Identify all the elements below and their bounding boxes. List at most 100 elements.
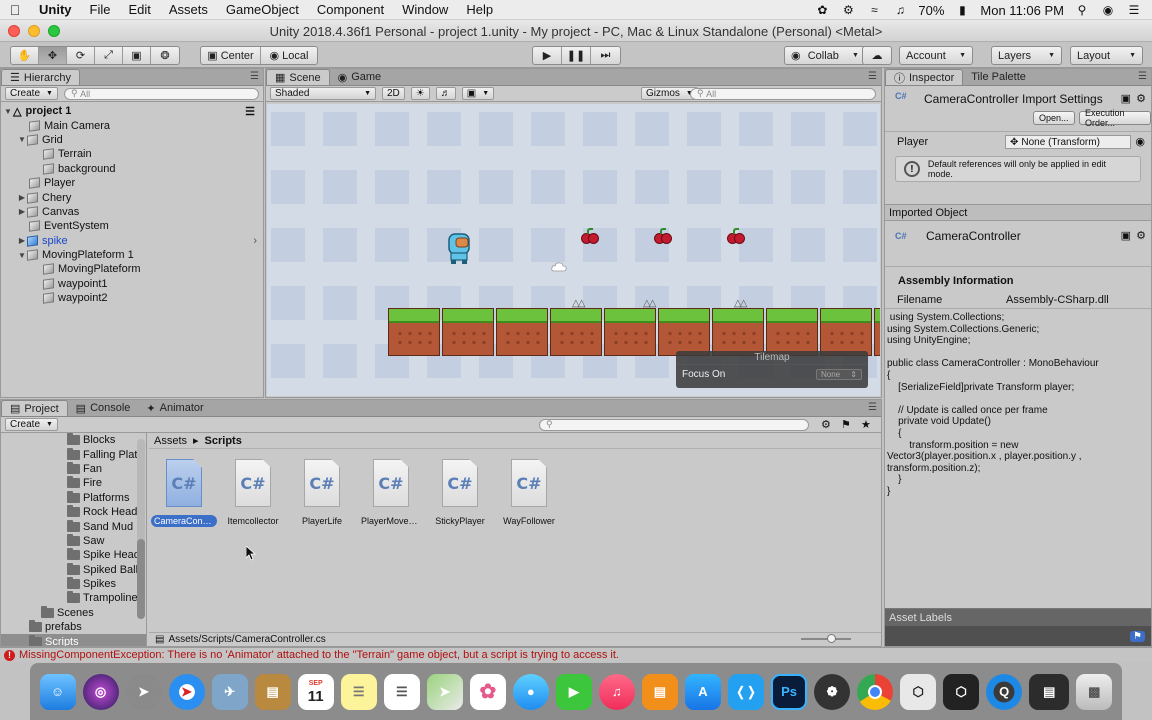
messages-icon[interactable]: ● xyxy=(512,673,549,710)
cherry-sprite[interactable] xyxy=(653,228,672,244)
tree-scrollbar-thumb[interactable] xyxy=(137,539,145,619)
vscode-icon[interactable]: ❬❭ xyxy=(728,673,765,710)
hierarchy-search-input[interactable]: ⚲ All xyxy=(63,87,259,100)
folder-item[interactable]: Fire xyxy=(1,476,146,490)
hierarchy-item[interactable]: EventSystem xyxy=(1,219,263,233)
asset-item[interactable]: C# WayFollower xyxy=(502,459,556,527)
davinci-resolve-icon[interactable]: ❁ xyxy=(814,673,851,710)
shading-mode-dropdown[interactable]: Shaded ▼ xyxy=(270,87,376,100)
launchpad-icon[interactable]: ➤ xyxy=(125,673,162,710)
facetime-icon[interactable]: ▶ xyxy=(555,673,592,710)
filter-label-icon[interactable]: ⚑ xyxy=(841,418,851,431)
folder-item[interactable]: Scenes xyxy=(1,605,146,620)
icon-size-slider[interactable] xyxy=(801,634,851,643)
folder-item[interactable]: Spike Head xyxy=(1,548,146,562)
spike-sprite[interactable]: △△ xyxy=(643,298,656,309)
reminders-icon[interactable]: ☰ xyxy=(383,673,420,710)
project-search-input[interactable]: ⚲ xyxy=(539,418,809,431)
tab-game[interactable]: ◉ Game xyxy=(330,69,390,85)
expand-arrow-icon[interactable]: ▼ xyxy=(17,251,27,260)
expand-arrow-icon[interactable]: ▼ xyxy=(17,135,27,144)
rect-tool-button[interactable]: ▣ xyxy=(123,47,151,64)
folder-item[interactable]: Spiked Ball xyxy=(1,562,146,577)
folder-item[interactable]: Sand Mud I xyxy=(1,519,146,533)
asset-item[interactable]: C# Itemcollector xyxy=(226,459,280,527)
hierarchy-item[interactable]: waypoint1 xyxy=(1,277,263,291)
tab-console[interactable]: ▤ Console xyxy=(68,400,139,416)
hierarchy-item[interactable]: ▶ Chery xyxy=(1,190,263,204)
step-button[interactable]: ⏭ xyxy=(591,47,620,64)
tag-icon[interactable]: ⚑ xyxy=(1130,631,1145,642)
folder-item[interactable]: Trampoline xyxy=(1,591,146,605)
siri-icon[interactable]: ◎ xyxy=(82,673,119,710)
hierarchy-item[interactable]: waypoint2 xyxy=(1,291,263,305)
project-create-dropdown[interactable]: Create ▼ xyxy=(5,418,58,431)
favorite-star-icon[interactable]: ★ xyxy=(861,418,871,431)
safari-icon[interactable]: ➤ xyxy=(168,673,205,710)
tab-hierarchy[interactable]: ☰ Hierarchy xyxy=(1,69,80,85)
folder-item[interactable]: Rock Head xyxy=(1,505,146,519)
scene-menu-icon[interactable]: ☰ xyxy=(245,105,255,118)
menu-gameobject[interactable]: GameObject xyxy=(217,2,308,17)
mode-2d-toggle[interactable]: 2D xyxy=(382,87,405,100)
scene-search-input[interactable]: ⚲ All xyxy=(690,87,876,100)
volume-icon[interactable]: ♫ xyxy=(892,3,908,17)
gear-icon[interactable]: ⚙ xyxy=(1136,92,1146,105)
maps-icon[interactable]: ➤ xyxy=(426,673,463,710)
notification-center-icon[interactable]: ☰ xyxy=(1126,3,1142,17)
music-icon[interactable]: ♫ xyxy=(598,673,635,710)
hierarchy-item[interactable]: ▼ MovingPlateform 1 xyxy=(1,248,263,262)
open-button[interactable]: Open... xyxy=(1033,111,1075,125)
folder-item[interactable]: Falling Plat xyxy=(1,447,146,461)
layers-dropdown[interactable]: Layers ▼ xyxy=(991,46,1062,65)
expand-arrow-icon[interactable]: ▶ xyxy=(17,193,27,202)
folder-item[interactable]: prefabs xyxy=(1,620,146,634)
preview-icon[interactable]: ✈ xyxy=(211,673,248,710)
menu-app-unity[interactable]: Unity xyxy=(30,2,81,17)
audio-toggle[interactable]: ♬ xyxy=(435,87,456,100)
tab-animator[interactable]: ✦ Animator xyxy=(138,400,211,416)
photoshop-icon[interactable]: Ps xyxy=(771,673,808,710)
photos-icon[interactable]: ✿ xyxy=(469,673,506,710)
tab-project[interactable]: ▤ Project xyxy=(1,400,68,416)
menu-edit[interactable]: Edit xyxy=(119,2,159,17)
panel-menu-icon[interactable]: ☰ xyxy=(868,71,877,82)
menu-window[interactable]: Window xyxy=(393,2,457,17)
cloud-button[interactable]: ☁ xyxy=(862,46,892,65)
layout-dropdown[interactable]: Layout ▼ xyxy=(1070,46,1143,65)
scale-tool-button[interactable]: ⤢ xyxy=(95,47,123,64)
object-picker-icon[interactable]: ◉ xyxy=(1135,135,1145,148)
folder-item[interactable]: Fan xyxy=(1,461,146,476)
window-thumbnail-icon[interactable]: ▤ xyxy=(1029,673,1070,710)
rotate-tool-button[interactable]: ⟳ xyxy=(67,47,95,64)
icon-size-slider-thumb[interactable] xyxy=(827,634,836,643)
folder-item-selected[interactable]: Scripts xyxy=(1,634,146,646)
cherry-sprite[interactable] xyxy=(726,228,745,244)
unity-icon[interactable]: ⬡ xyxy=(943,673,980,710)
folder-item[interactable]: Platforms xyxy=(1,490,146,505)
apple-menu-icon[interactable]:  xyxy=(0,2,30,18)
expand-arrow-icon[interactable]: ▶ xyxy=(17,207,27,216)
folder-item[interactable]: Spikes xyxy=(1,577,146,591)
lighting-toggle[interactable]: ☀ xyxy=(410,87,430,100)
spotlight-search-icon[interactable]: ⚲ xyxy=(1074,3,1090,17)
spike-sprite[interactable]: △△ xyxy=(734,298,747,309)
asset-item[interactable]: C# PlayerMovem... xyxy=(361,459,424,527)
hierarchy-scene-row[interactable]: ▼ △ project 1 ☰ xyxy=(1,104,263,118)
spike-sprite[interactable]: △△ xyxy=(572,298,585,309)
chevron-right-icon[interactable]: › xyxy=(253,235,257,247)
filter-type-icon[interactable]: ⚙ xyxy=(821,418,831,431)
menu-assets[interactable]: Assets xyxy=(160,2,217,17)
help-book-icon[interactable]: ▣ xyxy=(1121,229,1131,242)
hierarchy-item[interactable]: Terrain xyxy=(1,147,263,161)
help-book-icon[interactable]: ▣ xyxy=(1121,92,1131,105)
pivot-center-button[interactable]: ▣ Center xyxy=(201,47,261,64)
menu-clock[interactable]: Mon 11:06 PM xyxy=(980,3,1064,18)
play-button[interactable]: ▶ xyxy=(533,47,562,64)
calendar-icon[interactable]: SEP 11 xyxy=(297,673,334,710)
notes-icon[interactable]: ☰ xyxy=(340,673,377,710)
asset-item[interactable]: C# StickyPlayer xyxy=(433,459,487,527)
gear-icon[interactable]: ⚙ xyxy=(1136,229,1146,242)
quicktime-icon[interactable]: Q xyxy=(986,673,1023,710)
menu-help[interactable]: Help xyxy=(457,2,502,17)
